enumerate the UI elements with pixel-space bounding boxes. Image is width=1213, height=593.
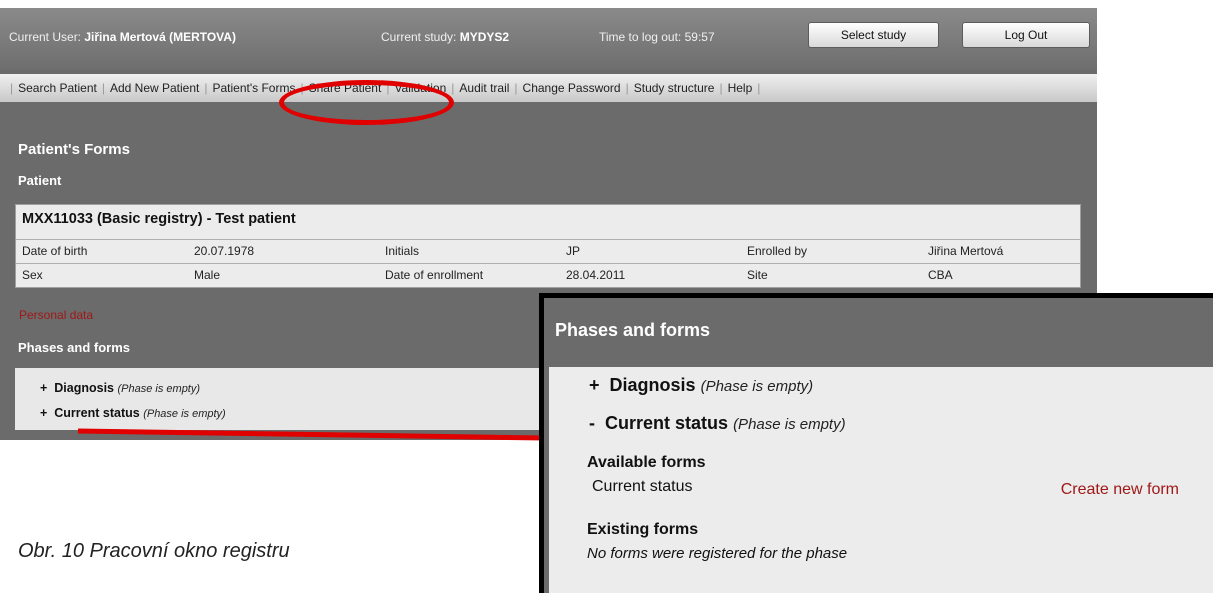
zoom-phase-current-status[interactable]: - Current status (Phase is empty) [589, 413, 846, 434]
phase-note: (Phase is empty) [700, 378, 814, 395]
phase-name: Diagnosis [609, 375, 696, 395]
expand-toggle[interactable]: + [589, 375, 600, 395]
arrow-line [77, 428, 546, 441]
available-form-name: Current status [592, 478, 693, 495]
phase-note: (Phase is empty) [733, 416, 846, 433]
figure-caption: Obr. 10 Pracovní okno registru [18, 540, 290, 562]
available-forms-label: Available forms [587, 454, 706, 471]
create-new-form-link[interactable]: Create new form [1061, 481, 1179, 499]
zoom-panel: Phases and forms + Diagnosis (Phase is e… [539, 293, 1213, 593]
zoom-phases-heading: Phases and forms [555, 320, 711, 340]
no-forms-text: No forms were registered for the phase [587, 545, 848, 562]
existing-forms-label: Existing forms [587, 521, 699, 538]
phase-name: Current status [605, 413, 729, 433]
collapse-toggle[interactable]: - [589, 413, 595, 433]
zoom-panel-content: Phases and forms + Diagnosis (Phase is e… [544, 298, 1213, 593]
zoom-phase-diagnosis[interactable]: + Diagnosis (Phase is empty) [589, 375, 813, 396]
